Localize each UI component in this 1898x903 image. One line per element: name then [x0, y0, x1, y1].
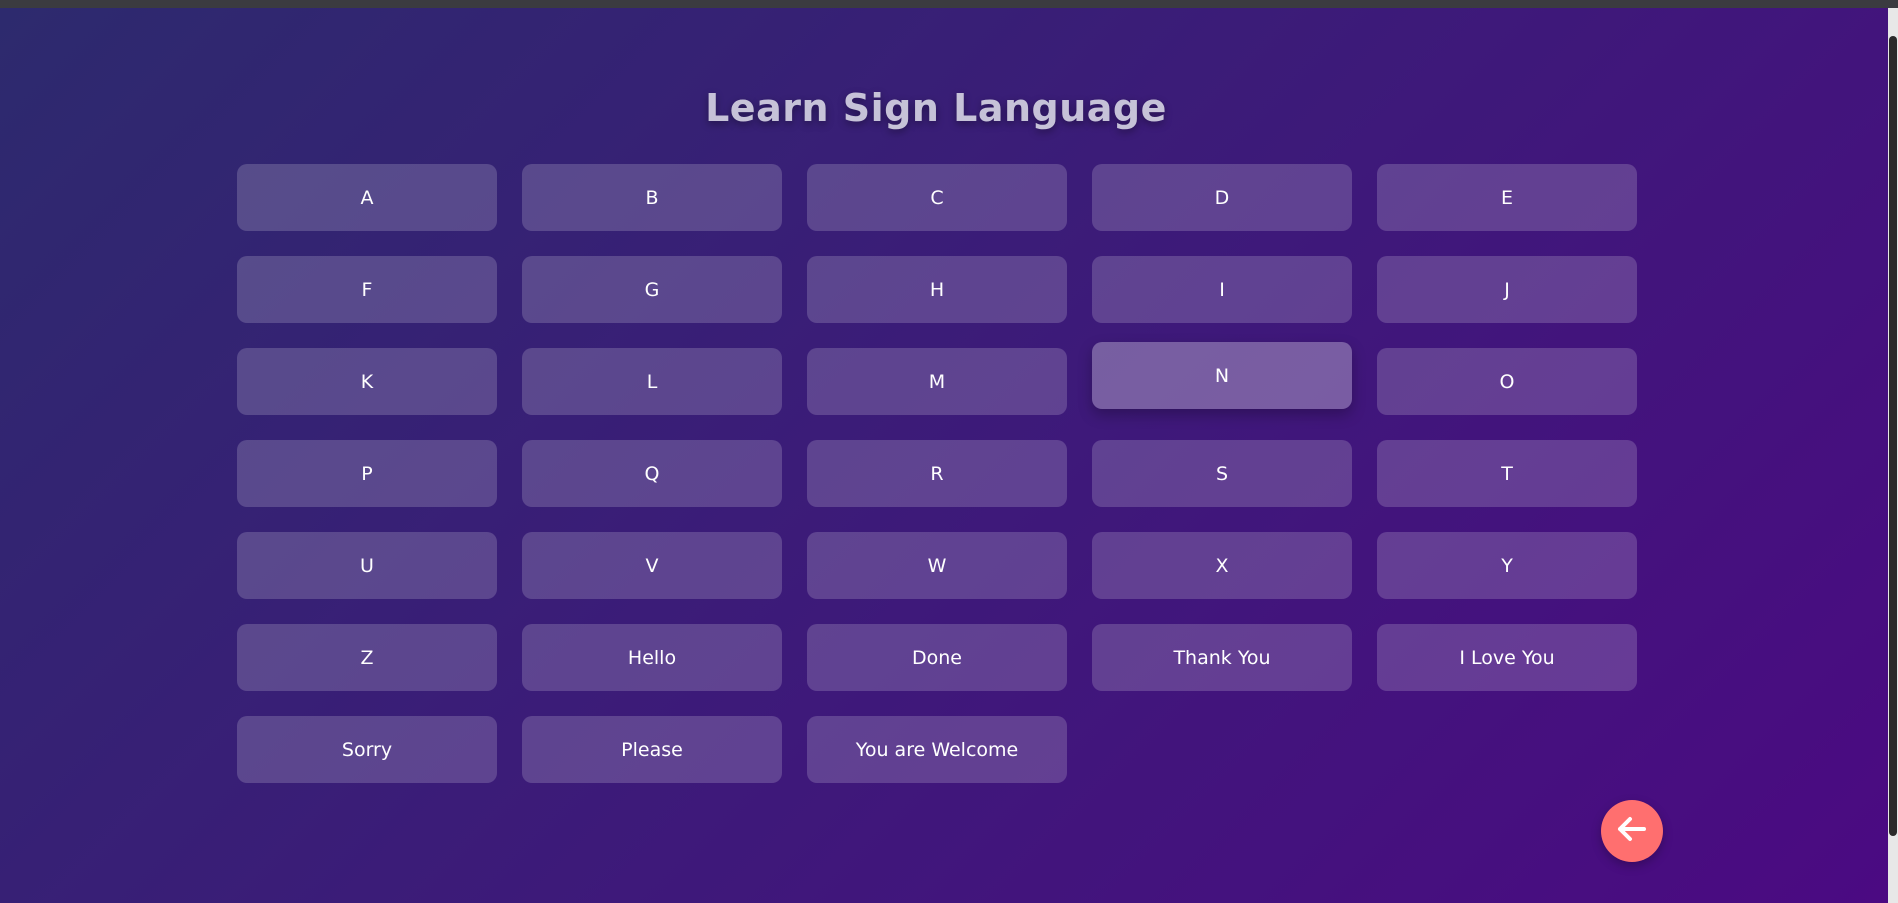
sign-button-k[interactable]: K [237, 348, 497, 415]
sign-button-b[interactable]: B [522, 164, 782, 231]
sign-button-c[interactable]: C [807, 164, 1067, 231]
sign-button-t[interactable]: T [1377, 440, 1637, 507]
sign-button-y[interactable]: Y [1377, 532, 1637, 599]
sign-grid: A B C D E F G H I J K L M N O P Q R S T U V W X Y Z Hello Done Thank… [237, 164, 1637, 783]
sign-button-please[interactable]: Please [522, 716, 782, 783]
sign-button-o[interactable]: O [1377, 348, 1637, 415]
sign-button-a[interactable]: A [237, 164, 497, 231]
sign-button-g[interactable]: G [522, 256, 782, 323]
sign-button-n[interactable]: N [1092, 342, 1352, 409]
sign-button-i-love-you[interactable]: I Love You [1377, 624, 1637, 691]
sign-button-thank-you[interactable]: Thank You [1092, 624, 1352, 691]
sign-button-done[interactable]: Done [807, 624, 1067, 691]
sign-button-l[interactable]: L [522, 348, 782, 415]
sign-button-s[interactable]: S [1092, 440, 1352, 507]
sign-button-you-are-welcome[interactable]: You are Welcome [807, 716, 1067, 783]
browser-top-bar [0, 0, 1898, 8]
sign-button-v[interactable]: V [522, 532, 782, 599]
sign-button-q[interactable]: Q [522, 440, 782, 507]
sign-button-w[interactable]: W [807, 532, 1067, 599]
sign-button-m[interactable]: M [807, 348, 1067, 415]
sign-button-hello[interactable]: Hello [522, 624, 782, 691]
sign-button-e[interactable]: E [1377, 164, 1637, 231]
sign-button-h[interactable]: H [807, 256, 1067, 323]
back-button[interactable] [1601, 800, 1663, 862]
sign-button-r[interactable]: R [807, 440, 1067, 507]
scrollbar[interactable] [1888, 8, 1898, 903]
arrow-left-icon [1617, 816, 1647, 846]
sign-button-u[interactable]: U [237, 532, 497, 599]
sign-button-f[interactable]: F [237, 256, 497, 323]
sign-button-j[interactable]: J [1377, 256, 1637, 323]
sign-button-d[interactable]: D [1092, 164, 1352, 231]
sign-button-p[interactable]: P [237, 440, 497, 507]
sign-button-z[interactable]: Z [237, 624, 497, 691]
page-background: Learn Sign Language ABCDEFGHIJKLMNOPQRST… [0, 8, 1888, 903]
sign-button-sorry[interactable]: Sorry [237, 716, 497, 783]
sign-button-i[interactable]: I [1092, 256, 1352, 323]
page-title: Learn Sign Language [705, 86, 1167, 130]
sign-button-x[interactable]: X [1092, 532, 1352, 599]
scrollbar-thumb[interactable] [1889, 36, 1897, 836]
